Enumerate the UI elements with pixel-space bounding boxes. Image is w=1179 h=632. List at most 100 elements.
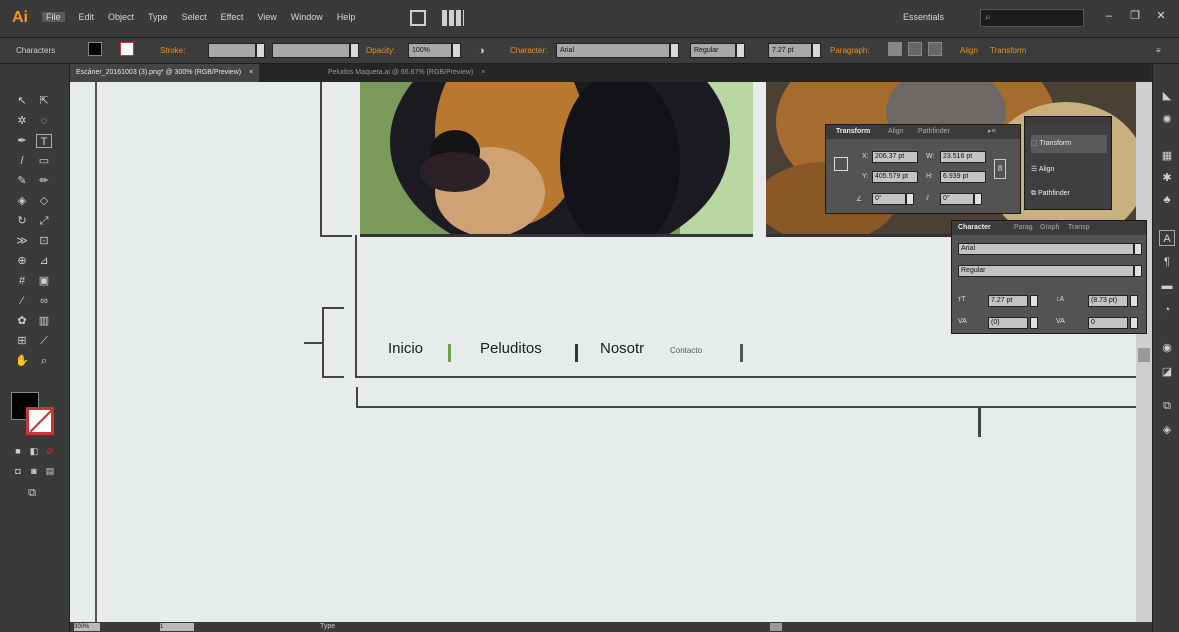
direct-selection-tool-icon[interactable]: ⇱ bbox=[36, 94, 52, 108]
slice-tool-icon[interactable]: ⟋ bbox=[36, 334, 52, 348]
font-family-dropdown[interactable] bbox=[670, 43, 679, 58]
paragraph-panel-icon[interactable]: ¶ bbox=[1159, 254, 1175, 270]
tab-peludos-maqueta[interactable]: Peludos Maqueta.ai @ 66.67% (RGB/Preview… bbox=[322, 64, 491, 82]
panel-menu-icon[interactable]: ▸≡ bbox=[988, 127, 996, 137]
transparency-icon[interactable]: ◪ bbox=[1159, 364, 1175, 380]
leading-field[interactable]: (8.73 pt) bbox=[1088, 295, 1128, 307]
tab-paragraph[interactable]: Parag bbox=[1014, 223, 1033, 233]
free-transform-tool-icon[interactable]: ⊡ bbox=[36, 234, 52, 248]
gradient-tool-icon[interactable]: ▣ bbox=[36, 274, 52, 288]
recolor-icon[interactable]: ◑ bbox=[478, 44, 485, 58]
paintbrush-tool-icon[interactable]: ✎ bbox=[14, 174, 30, 188]
menu-file[interactable]: File bbox=[42, 12, 65, 22]
draw-inside-icon[interactable]: ▤ bbox=[42, 464, 58, 478]
y-field[interactable]: 405.579 pt bbox=[872, 171, 918, 183]
kerning-field[interactable]: (0) bbox=[988, 317, 1028, 329]
stroke-swatch[interactable] bbox=[120, 42, 134, 56]
stroke-panel-icon[interactable]: ▬ bbox=[1159, 278, 1175, 294]
nav-item-peluditos[interactable]: Peluditos bbox=[480, 340, 542, 357]
column-graph-tool-icon[interactable]: ▥ bbox=[36, 314, 52, 328]
arrange-documents-icon[interactable] bbox=[442, 10, 464, 26]
horizontal-scroll-thumb[interactable] bbox=[770, 623, 782, 631]
font-size-dropdown[interactable] bbox=[1030, 295, 1038, 307]
workspace-switcher[interactable]: Essentials bbox=[903, 12, 944, 22]
fill-swatch[interactable] bbox=[88, 42, 102, 56]
x-field[interactable]: 206.37 pt bbox=[872, 151, 918, 163]
stroke-weight-field[interactable] bbox=[208, 43, 256, 58]
align-left-icon[interactable] bbox=[888, 42, 902, 56]
search-input[interactable]: ⌕ bbox=[980, 9, 1084, 27]
menu-object[interactable]: Object bbox=[108, 12, 134, 22]
layers-icon[interactable]: ◈ bbox=[1159, 422, 1175, 438]
rotate-tool-icon[interactable]: ↻ bbox=[14, 214, 30, 228]
variable-width-field[interactable] bbox=[272, 43, 350, 58]
restore-button[interactable]: ❐ bbox=[1122, 6, 1148, 26]
pencil-tool-icon[interactable]: ✏ bbox=[36, 174, 52, 188]
tab-transparency[interactable]: Transp bbox=[1068, 223, 1090, 233]
opacity-field[interactable]: 100% bbox=[408, 43, 452, 58]
tab-align[interactable]: Align bbox=[888, 127, 904, 137]
blend-tool-icon[interactable]: ∞ bbox=[36, 294, 52, 308]
width-tool-icon[interactable]: ≫ bbox=[14, 234, 30, 248]
w-field[interactable]: 23.516 pt bbox=[940, 151, 986, 163]
menu-edit[interactable]: Edit bbox=[79, 12, 95, 22]
line-tool-icon[interactable]: / bbox=[14, 154, 30, 168]
current-tool-status[interactable]: Type bbox=[320, 622, 335, 632]
perspective-grid-tool-icon[interactable]: ⊿ bbox=[36, 254, 52, 268]
font-style-dropdown[interactable] bbox=[1134, 265, 1142, 277]
scrollbar-thumb[interactable] bbox=[1138, 348, 1150, 362]
minimize-button[interactable]: – bbox=[1096, 6, 1122, 26]
nav-item-nosotros[interactable]: Nosotr bbox=[600, 340, 644, 357]
draw-behind-icon[interactable]: ◙ bbox=[26, 464, 42, 478]
menu-select[interactable]: Select bbox=[182, 12, 207, 22]
menu-help[interactable]: Help bbox=[337, 12, 356, 22]
eyedropper-tool-icon[interactable]: ⁄ bbox=[14, 294, 30, 308]
kerning-dropdown[interactable] bbox=[1030, 317, 1038, 329]
font-size-field[interactable]: 7.27 pt bbox=[768, 43, 812, 58]
close-window-button[interactable]: ✕ bbox=[1148, 6, 1174, 26]
screen-mode-icon[interactable]: ⧉ bbox=[24, 486, 40, 500]
paragraph-label[interactable]: Paragraph: bbox=[830, 44, 870, 58]
gradient-mode-icon[interactable]: ◧ bbox=[26, 444, 42, 458]
artboards-icon[interactable]: ⧉ bbox=[1159, 398, 1175, 414]
character-label[interactable]: Character: bbox=[510, 44, 547, 58]
font-size-field[interactable]: 7.27 pt bbox=[988, 295, 1028, 307]
scale-tool-icon[interactable]: ⤢ bbox=[36, 214, 52, 228]
font-size-dropdown[interactable] bbox=[812, 43, 821, 58]
mesh-tool-icon[interactable]: # bbox=[14, 274, 30, 288]
opacity-dropdown[interactable] bbox=[452, 43, 461, 58]
rotate-dropdown[interactable] bbox=[906, 193, 914, 205]
swatches-icon[interactable]: ▦ bbox=[1159, 148, 1175, 164]
tab-escaner[interactable]: Escáner_20161003 (3).png* @ 300% (RGB/Pr… bbox=[70, 64, 260, 82]
tracking-field[interactable]: 0 bbox=[1088, 317, 1128, 329]
magic-wand-tool-icon[interactable]: ✲ bbox=[14, 114, 30, 128]
graphic-styles-icon[interactable]: ◉ bbox=[1159, 340, 1175, 356]
tracking-dropdown[interactable] bbox=[1130, 317, 1138, 329]
rectangle-tool-icon[interactable]: ▭ bbox=[36, 154, 52, 168]
tab-character[interactable]: Character bbox=[958, 223, 991, 233]
h-field[interactable]: 6.939 pt bbox=[940, 171, 986, 183]
align-right-icon[interactable] bbox=[928, 42, 942, 56]
draw-normal-icon[interactable]: ◘ bbox=[10, 464, 26, 478]
panel-item-transform[interactable]: ⬚ Transform bbox=[1031, 135, 1107, 153]
panel-item-pathfinder[interactable]: ⧉ Pathfinder bbox=[1031, 185, 1070, 203]
shear-field[interactable]: 0° bbox=[940, 193, 974, 205]
font-style-field[interactable]: Regular bbox=[958, 265, 1134, 277]
font-style-dropdown[interactable] bbox=[736, 43, 745, 58]
panel-item-align[interactable]: ☰ Align bbox=[1031, 161, 1054, 179]
type-tool-icon[interactable]: T bbox=[36, 134, 52, 148]
menu-window[interactable]: Window bbox=[291, 12, 323, 22]
font-family-dropdown[interactable] bbox=[1134, 243, 1142, 255]
bridge-icon[interactable] bbox=[410, 10, 426, 26]
menu-effect[interactable]: Effect bbox=[221, 12, 244, 22]
symbols-icon[interactable]: ♣ bbox=[1159, 192, 1175, 208]
font-family-field[interactable]: Arial bbox=[556, 43, 670, 58]
leading-dropdown[interactable] bbox=[1130, 295, 1138, 307]
font-style-field[interactable]: Regular bbox=[690, 43, 736, 58]
rotate-field[interactable]: 0° bbox=[872, 193, 906, 205]
tab-pathfinder[interactable]: Pathfinder bbox=[918, 127, 950, 137]
appearance-panel-icon[interactable]: ◔ bbox=[1159, 302, 1175, 318]
tab-graphic-styles[interactable]: Graph bbox=[1040, 223, 1059, 233]
align-center-icon[interactable] bbox=[908, 42, 922, 56]
selection-tool-icon[interactable]: ↖ bbox=[14, 94, 30, 108]
